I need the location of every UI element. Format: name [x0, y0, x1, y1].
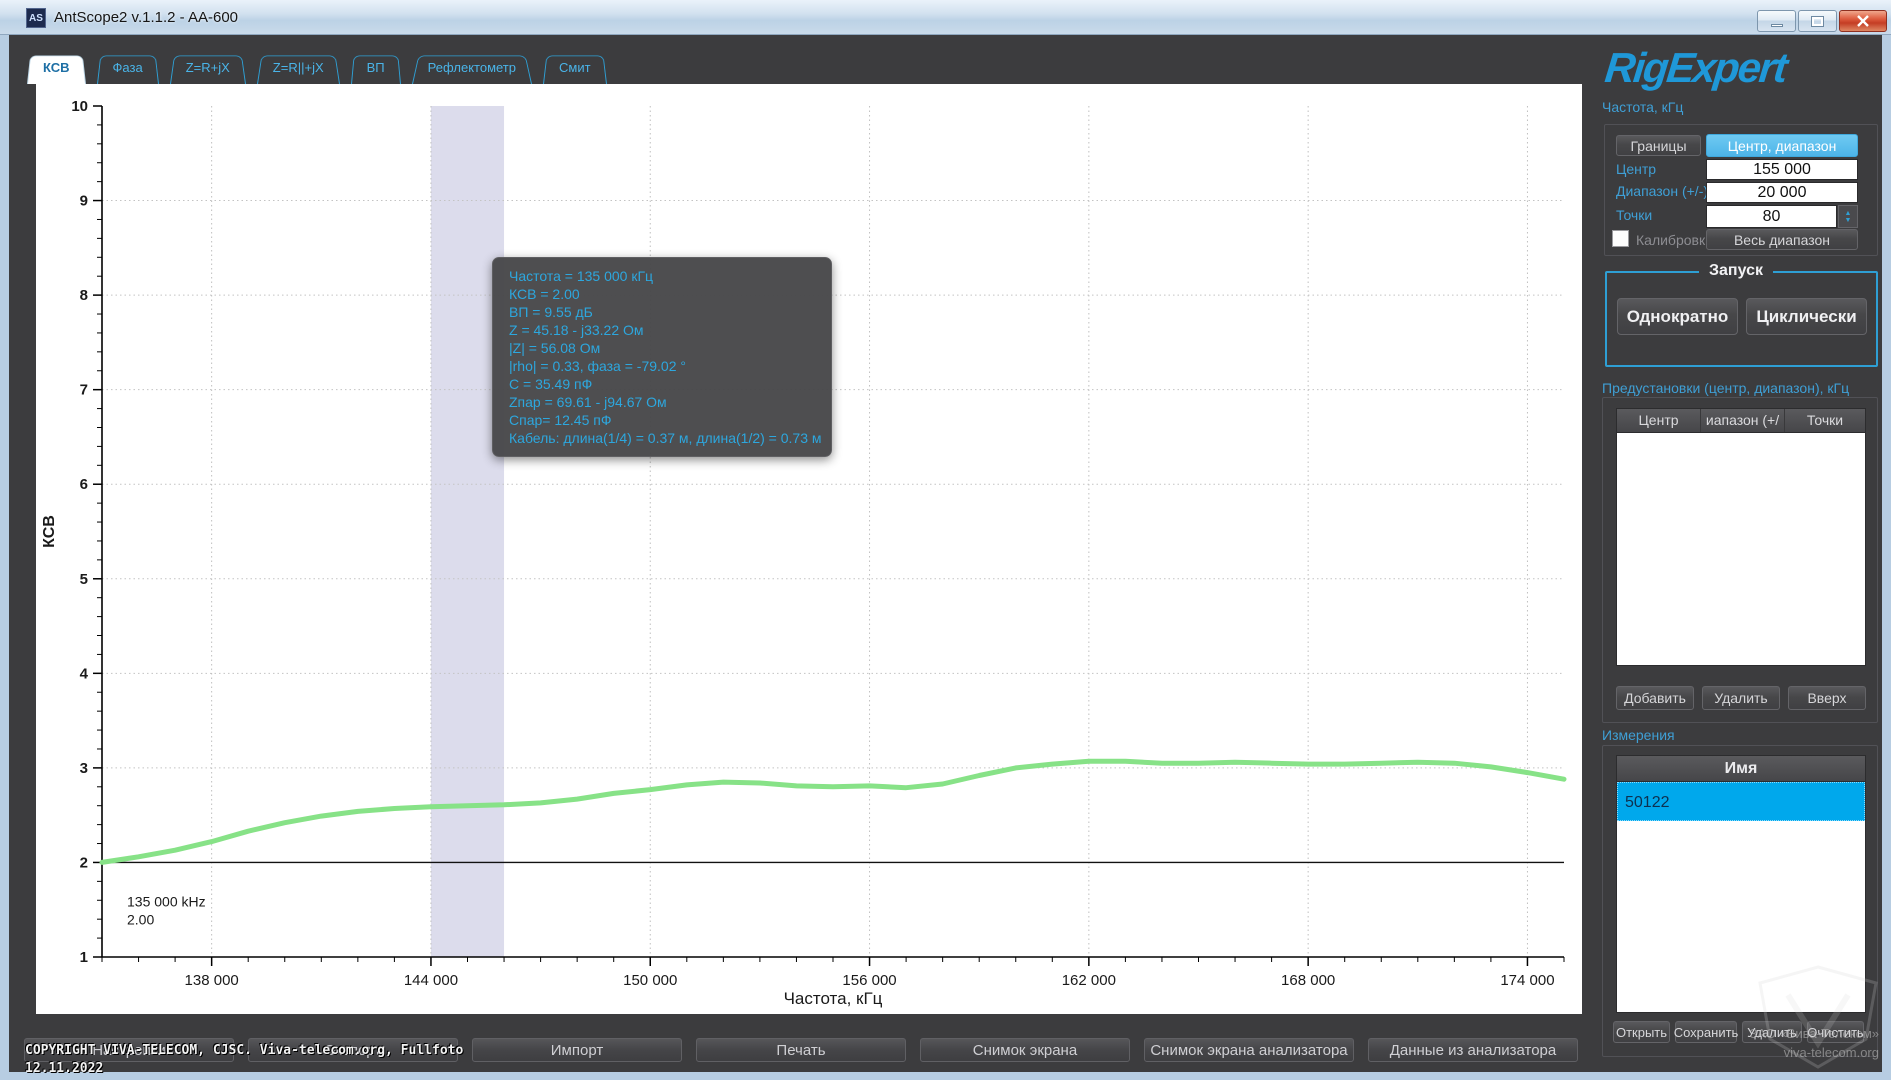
run-cyclic-button[interactable]: Циклически — [1746, 298, 1867, 335]
title-bar: AS AntScope2 v.1.1.2 - AA-600 — [0, 0, 1891, 35]
main-area: КСВФазаZ=R+jXZ=R||+jXВПРефлектометрСмит … — [9, 35, 1882, 1072]
center-input[interactable] — [1706, 159, 1858, 180]
x-tick-label: 156 000 — [842, 972, 896, 989]
highlight-band — [431, 106, 504, 957]
tooltip-line: |rho| = 0.33, фаза = -79.02 ° — [509, 357, 815, 375]
tooltip-line: КСВ = 2.00 — [509, 285, 815, 303]
y-tick-label: 7 — [80, 382, 88, 399]
chart-canvas[interactable]: 138 000 144 000 150 000 156 000 162 000 168 0… — [36, 84, 1582, 1014]
watermark-site: viva-telecom.org — [1699, 1045, 1879, 1060]
app-icon: AS — [26, 8, 46, 28]
frequency-section-label: Частота, кГц — [1602, 99, 1683, 115]
x-tick-label: 162 000 — [1062, 972, 1116, 989]
y-tick-label: 5 — [80, 571, 88, 588]
tooltip-line: C = 35.49 пФ — [509, 375, 815, 393]
footer-button-Снимок экрана анализатора[interactable]: Снимок экрана анализатора — [1144, 1038, 1354, 1062]
run-single-button[interactable]: Однократно — [1617, 298, 1738, 335]
cursor-annotation: 135 000 kHz — [127, 893, 206, 909]
minimize-icon — [1771, 24, 1783, 27]
cursor-tooltip: Частота = 135 000 кГцКСВ = 2.00ВП = 9.55… — [492, 257, 832, 457]
points-label: Точки — [1616, 207, 1652, 223]
x-tick-label: 138 000 — [185, 972, 239, 989]
close-icon — [1856, 15, 1870, 27]
y-tick-label: 9 — [80, 193, 88, 210]
tab-Смит[interactable]: Смит — [543, 52, 607, 84]
center-span-mode-button[interactable]: Центр, диапазон — [1706, 134, 1858, 157]
x-tick-label: 174 000 — [1500, 972, 1554, 989]
measurements-table-header[interactable]: Имя — [1617, 756, 1865, 782]
y-tick-label: 2 — [80, 854, 88, 871]
measurement-row[interactable]: 50122 — [1617, 782, 1865, 821]
footer-button-Импорт[interactable]: Импорт — [472, 1038, 682, 1062]
y-tick-label: 3 — [80, 760, 88, 777]
tab-Z=R+jX[interactable]: Z=R+jX — [170, 52, 246, 84]
presets-button-Вверх[interactable]: Вверх — [1788, 686, 1866, 710]
x-tick-label: 144 000 — [404, 972, 458, 989]
presets-button-Удалить[interactable]: Удалить — [1702, 686, 1780, 710]
cursor-annotation: 2.00 — [127, 911, 154, 927]
measurements-section-label: Измерения — [1602, 727, 1675, 743]
points-input[interactable] — [1706, 205, 1837, 228]
close-button[interactable] — [1839, 10, 1887, 32]
footer-button-Печать[interactable]: Печать — [696, 1038, 906, 1062]
maximize-icon — [1812, 17, 1823, 26]
presets-table: Центриапазон (+/Точки — [1616, 408, 1866, 666]
x-tick-label: 150 000 — [623, 972, 677, 989]
tooltip-line: Спар= 12.45 пФ — [509, 411, 815, 429]
presets-table-header: Центриапазон (+/Точки — [1617, 409, 1865, 433]
watermark-copyright-line2: 12.11.2022 — [25, 1061, 103, 1076]
y-tick-label: 8 — [80, 287, 88, 304]
minimize-button[interactable] — [1757, 10, 1796, 32]
rigexpert-logo: RigExpert — [1600, 42, 1880, 94]
presets-header-0[interactable]: Центр — [1617, 409, 1701, 432]
stepper-down-icon: ▼ — [1845, 217, 1852, 224]
bounds-mode-button[interactable]: Границы — [1616, 135, 1701, 156]
x-tick-label: 168 000 — [1281, 972, 1335, 989]
y-axis-title: КСВ — [41, 515, 58, 548]
tooltip-line: Z = 45.18 - j33.22 Ом — [509, 321, 815, 339]
presets-button-Добавить[interactable]: Добавить — [1616, 686, 1694, 710]
center-label: Центр — [1616, 161, 1656, 177]
x-axis-title: Частота, кГц — [784, 989, 883, 1008]
calibration-checkbox[interactable] — [1612, 230, 1629, 247]
run-group-title: Запуск — [1699, 262, 1773, 280]
swr-chart[interactable]: 138 000 144 000 150 000 156 000 162 000 168 0… — [36, 84, 1582, 1014]
span-input[interactable] — [1706, 182, 1858, 203]
y-tick-label: 6 — [80, 476, 88, 493]
tab-Рефлектометр[interactable]: Рефлектометр — [412, 52, 532, 84]
presets-section-label: Предустановки (центр, диапазон), кГц — [1602, 380, 1849, 396]
tooltip-line: Частота = 135 000 кГц — [509, 267, 815, 285]
presets-header-2[interactable]: Точки — [1785, 409, 1865, 432]
points-stepper[interactable]: ▲ ▼ — [1838, 205, 1858, 228]
svg-text:RigExpert: RigExpert — [1603, 44, 1792, 91]
window-title: AntScope2 v.1.1.2 - AA-600 — [54, 9, 238, 26]
y-tick-label: 1 — [80, 949, 88, 966]
watermark-copyright-line1: COPYRIGHT VIVA-TELECOM, CJSC. Viva-telec… — [25, 1043, 463, 1058]
y-tick-label: 10 — [71, 98, 88, 115]
tab-Z=R||+jX[interactable]: Z=R||+jX — [257, 52, 340, 84]
series-КСВ — [102, 761, 1564, 862]
stepper-up-icon: ▲ — [1845, 210, 1852, 217]
maximize-button[interactable] — [1798, 10, 1837, 32]
calibration-label: Калибровка — [1636, 232, 1713, 248]
span-label: Диапазон (+/-) — [1616, 183, 1708, 199]
tooltip-line: Кабель: длина(1/4) = 0.37 м, длина(1/2) … — [509, 429, 815, 447]
tab-bar: КСВ Фаза Z=R+jX Z=R||+jX ВП Рефлектометр Смит — [27, 52, 618, 84]
full-range-button[interactable]: Весь диапазон — [1706, 229, 1858, 250]
footer-button-Данные из анализатора[interactable]: Данные из анализатора — [1368, 1038, 1578, 1062]
measurements-button-Открыть[interactable]: Открыть — [1613, 1021, 1670, 1043]
tooltip-line: ВП = 9.55 дБ — [509, 303, 815, 321]
presets-header-1[interactable]: иапазон (+/ — [1701, 409, 1785, 432]
tooltip-line: Zпар = 69.61 - j94.67 Ом — [509, 393, 815, 411]
tab-Фаза[interactable]: Фаза — [97, 52, 159, 84]
tooltip-line: |Z| = 56.08 Ом — [509, 339, 815, 357]
watermark-org: ЗАО «Вива-Телеком» — [1699, 1026, 1879, 1041]
footer-button-Снимок экрана[interactable]: Снимок экрана — [920, 1038, 1130, 1062]
tab-ВП[interactable]: ВП — [351, 52, 401, 84]
y-tick-label: 4 — [80, 665, 89, 682]
tab-КСВ[interactable]: КСВ — [27, 52, 86, 84]
